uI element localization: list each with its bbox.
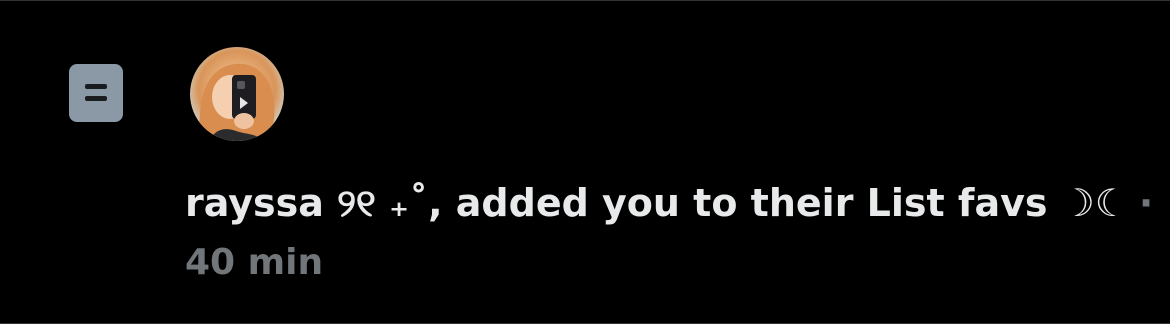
list-icon-bar (85, 96, 107, 101)
list-icon-bar (85, 84, 107, 89)
notification-row[interactable]: rayssa ୨୧ ₊˚, added you to their List fa… (0, 0, 1170, 324)
notification-message[interactable]: rayssa ୨୧ ₊˚, added you to their List fa… (185, 173, 1153, 233)
list-icon (69, 64, 123, 122)
action-text: , added you to their List favs ☽☾ (428, 181, 1129, 225)
avatar[interactable] (190, 47, 284, 141)
avatar-image (199, 63, 275, 141)
user-name-link[interactable]: rayssa ୨୧ ₊˚ (185, 181, 428, 225)
timestamp: 40 min (185, 242, 324, 283)
separator-dot: · (1138, 181, 1154, 225)
